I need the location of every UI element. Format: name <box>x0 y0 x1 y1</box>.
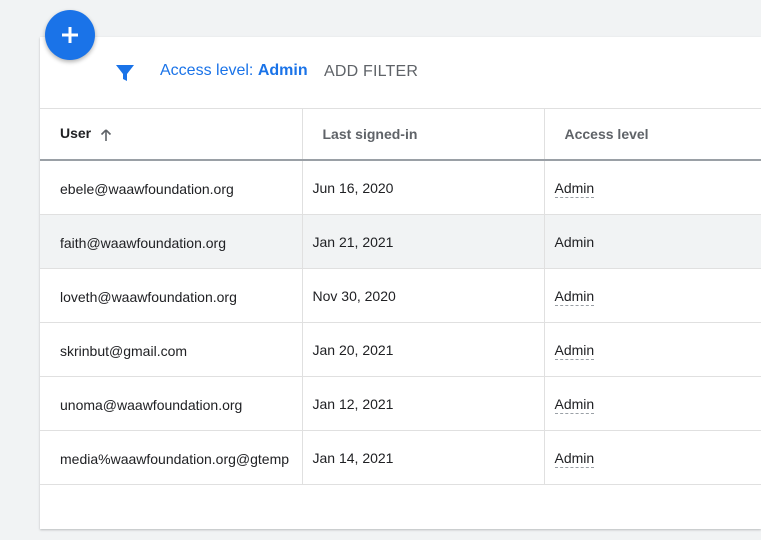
table-row[interactable]: unoma@waawfoundation.org Jan 12, 2021 Ad… <box>40 376 761 431</box>
last-signed-in: Nov 30, 2020 <box>302 268 545 323</box>
last-signed-in: Jan 21, 2021 <box>302 214 545 269</box>
table-header-row: User Last signed-in Access level <box>40 108 761 161</box>
arrow-up-icon <box>101 129 112 141</box>
access-level-filter-chip[interactable]: Access level: Admin <box>160 62 308 80</box>
access-level-value[interactable]: Admin <box>554 341 595 360</box>
user-email[interactable]: skrinbut@gmail.com <box>40 322 303 377</box>
column-header-label: User <box>60 125 92 142</box>
user-email[interactable]: loveth@waawfoundation.org <box>40 268 303 323</box>
access-level-value[interactable]: Admin <box>554 179 595 198</box>
table-row[interactable]: loveth@waawfoundation.org Nov 30, 2020 A… <box>40 268 761 323</box>
filter-chip-value: Admin <box>257 62 308 79</box>
access-level-value[interactable]: Admin <box>554 287 595 306</box>
user-email[interactable]: unoma@waawfoundation.org <box>40 376 303 431</box>
access-level-cell: Admin <box>544 322 761 377</box>
table-row[interactable]: skrinbut@gmail.com Jan 20, 2021 Admin <box>40 322 761 377</box>
filter-toolbar: Access level: Admin ADD FILTER <box>40 37 761 109</box>
access-level-cell: Admin <box>544 268 761 323</box>
last-signed-in: Jan 12, 2021 <box>302 376 545 431</box>
column-header-access-level[interactable]: Access level <box>544 108 761 161</box>
access-level-value[interactable]: Admin <box>555 234 595 250</box>
add-filter-button[interactable]: ADD FILTER <box>324 63 418 81</box>
column-header-last-signed-in[interactable]: Last signed-in <box>302 108 545 161</box>
table-row[interactable]: media%waawfoundation.org@gtemp Jan 14, 2… <box>40 430 761 485</box>
add-user-button[interactable] <box>45 10 95 60</box>
column-header-user[interactable]: User <box>40 108 303 161</box>
access-level-cell: Admin <box>544 430 761 485</box>
filter-icon[interactable] <box>113 61 137 85</box>
plus-icon <box>62 27 78 43</box>
last-signed-in: Jun 16, 2020 <box>302 160 545 215</box>
table-row[interactable]: ebele@waawfoundation.org Jun 16, 2020 Ad… <box>40 160 761 215</box>
users-table: User Last signed-in Access level ebele@w… <box>40 108 761 485</box>
last-signed-in: Jan 20, 2021 <box>302 322 545 377</box>
access-level-cell: Admin <box>544 160 761 215</box>
table-row[interactable]: faith@waawfoundation.org Jan 21, 2021 Ad… <box>40 214 761 269</box>
user-email[interactable]: media%waawfoundation.org@gtemp <box>40 430 303 485</box>
last-signed-in: Jan 14, 2021 <box>302 430 545 485</box>
user-email[interactable]: ebele@waawfoundation.org <box>40 160 303 215</box>
users-card: Access level: Admin ADD FILTER User Last… <box>40 37 761 529</box>
access-level-cell: Admin <box>544 376 761 431</box>
user-email[interactable]: faith@waawfoundation.org <box>40 214 303 269</box>
access-level-cell: Admin <box>544 214 761 269</box>
filter-chip-label: Access level: <box>160 62 258 79</box>
access-level-value[interactable]: Admin <box>554 449 595 468</box>
access-level-value[interactable]: Admin <box>554 395 595 414</box>
